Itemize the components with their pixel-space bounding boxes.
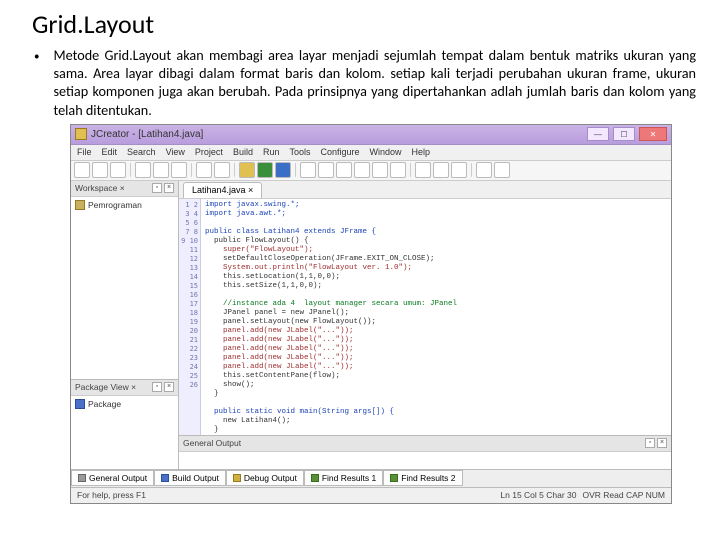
bullet: • bbox=[34, 46, 39, 119]
menubar: File Edit Search View Project Build Run … bbox=[71, 145, 671, 161]
bottom-tabs: General Output Build Output Debug Output… bbox=[71, 469, 671, 487]
tool-redo-icon[interactable] bbox=[214, 162, 230, 178]
menu-run[interactable]: Run bbox=[263, 147, 280, 157]
tool-icon[interactable] bbox=[336, 162, 352, 178]
pane-close-icon[interactable]: × bbox=[164, 382, 174, 392]
pane-pin-icon[interactable]: ▫ bbox=[152, 382, 162, 392]
tab-find-results-1[interactable]: Find Results 1 bbox=[304, 470, 383, 486]
menu-window[interactable]: Window bbox=[370, 147, 402, 157]
menu-project[interactable]: Project bbox=[195, 147, 223, 157]
tab-build-output[interactable]: Build Output bbox=[154, 470, 226, 486]
package-tree[interactable]: Package bbox=[71, 396, 178, 469]
pane-pin-icon[interactable]: ▫ bbox=[645, 438, 655, 448]
line-gutter: 1 2 3 4 5 6 7 8 9 10 11 12 13 14 15 16 1… bbox=[179, 199, 201, 435]
menu-view[interactable]: View bbox=[166, 147, 185, 157]
tool-copy-icon[interactable] bbox=[153, 162, 169, 178]
tab-general-output[interactable]: General Output bbox=[71, 470, 154, 486]
workspace-pane-title: Workspace × ▫× bbox=[71, 181, 178, 197]
status-position: Ln 15 Col 5 Char 30 bbox=[500, 490, 576, 500]
output-body[interactable] bbox=[179, 452, 671, 469]
pane-pin-icon[interactable]: ▫ bbox=[152, 183, 162, 193]
tool-debug-icon[interactable] bbox=[275, 162, 291, 178]
tool-cut-icon[interactable] bbox=[135, 162, 151, 178]
app-icon bbox=[75, 128, 87, 140]
separator bbox=[191, 163, 192, 177]
package-icon bbox=[75, 399, 85, 409]
workspace-label: Workspace × bbox=[75, 183, 125, 193]
tab-find-results-2[interactable]: Find Results 2 bbox=[383, 470, 462, 486]
tool-paste-icon[interactable] bbox=[171, 162, 187, 178]
tool-icon[interactable] bbox=[318, 162, 334, 178]
tree-item-label: Package bbox=[88, 399, 121, 409]
pane-close-icon[interactable]: × bbox=[657, 438, 667, 448]
menu-build[interactable]: Build bbox=[233, 147, 253, 157]
maximize-button[interactable]: ☐ bbox=[613, 127, 635, 141]
separator bbox=[410, 163, 411, 177]
tool-icon[interactable] bbox=[415, 162, 431, 178]
tool-compile-icon[interactable] bbox=[239, 162, 255, 178]
menu-tools[interactable]: Tools bbox=[289, 147, 310, 157]
tool-new-icon[interactable] bbox=[74, 162, 90, 178]
output-pane: General Output ▫× bbox=[179, 435, 671, 469]
separator bbox=[471, 163, 472, 177]
status-help: For help, press F1 bbox=[77, 490, 146, 500]
tool-open-icon[interactable] bbox=[92, 162, 108, 178]
workspace-tree[interactable]: Pemrograman bbox=[71, 197, 178, 379]
tool-undo-icon[interactable] bbox=[196, 162, 212, 178]
titlebar: JCreator - [Latihan4.java] — ☐ ✕ bbox=[71, 125, 671, 145]
editor-tabs: Latihan4.java × bbox=[179, 181, 671, 199]
tool-icon[interactable] bbox=[451, 162, 467, 178]
code-editor[interactable]: import javax.swing.*; import java.awt.*;… bbox=[201, 199, 671, 435]
menu-help[interactable]: Help bbox=[412, 147, 431, 157]
pane-close-icon[interactable]: × bbox=[164, 183, 174, 193]
separator bbox=[234, 163, 235, 177]
tool-save-icon[interactable] bbox=[110, 162, 126, 178]
tab-debug-output[interactable]: Debug Output bbox=[226, 470, 304, 486]
tool-icon[interactable] bbox=[354, 162, 370, 178]
separator bbox=[130, 163, 131, 177]
window-title: JCreator - [Latihan4.java] bbox=[91, 129, 583, 140]
package-pane-title: Package View × ▫× bbox=[71, 380, 178, 396]
package-label: Package View × bbox=[75, 382, 136, 392]
separator bbox=[295, 163, 296, 177]
tool-icon[interactable] bbox=[476, 162, 492, 178]
slide-title: Grid.Layout bbox=[32, 8, 696, 40]
tab-icon bbox=[78, 474, 86, 482]
status-modes: OVR Read CAP NUM bbox=[582, 490, 665, 500]
tool-run-icon[interactable] bbox=[257, 162, 273, 178]
menu-search[interactable]: Search bbox=[127, 147, 156, 157]
folder-icon bbox=[75, 200, 85, 210]
ide-window: JCreator - [Latihan4.java] — ☐ ✕ File Ed… bbox=[70, 124, 672, 504]
tool-icon[interactable] bbox=[300, 162, 316, 178]
close-button[interactable]: ✕ bbox=[639, 127, 667, 141]
tool-icon[interactable] bbox=[372, 162, 388, 178]
tab-icon bbox=[311, 474, 319, 482]
tool-icon[interactable] bbox=[494, 162, 510, 178]
menu-file[interactable]: File bbox=[77, 147, 92, 157]
tool-icon[interactable] bbox=[433, 162, 449, 178]
tab-icon bbox=[233, 474, 241, 482]
tool-icon[interactable] bbox=[390, 162, 406, 178]
tab-icon bbox=[161, 474, 169, 482]
menu-edit[interactable]: Edit bbox=[102, 147, 118, 157]
menu-configure[interactable]: Configure bbox=[320, 147, 359, 157]
toolbar bbox=[71, 161, 671, 181]
tab-file[interactable]: Latihan4.java × bbox=[183, 182, 262, 198]
statusbar: For help, press F1 Ln 15 Col 5 Char 30 O… bbox=[71, 487, 671, 503]
output-title: General Output bbox=[183, 438, 241, 448]
tree-item-label: Pemrograman bbox=[88, 200, 142, 210]
tab-icon bbox=[390, 474, 398, 482]
slide-body: Metode Grid.Layout akan membagi area lay… bbox=[53, 46, 696, 119]
minimize-button[interactable]: — bbox=[587, 127, 609, 141]
